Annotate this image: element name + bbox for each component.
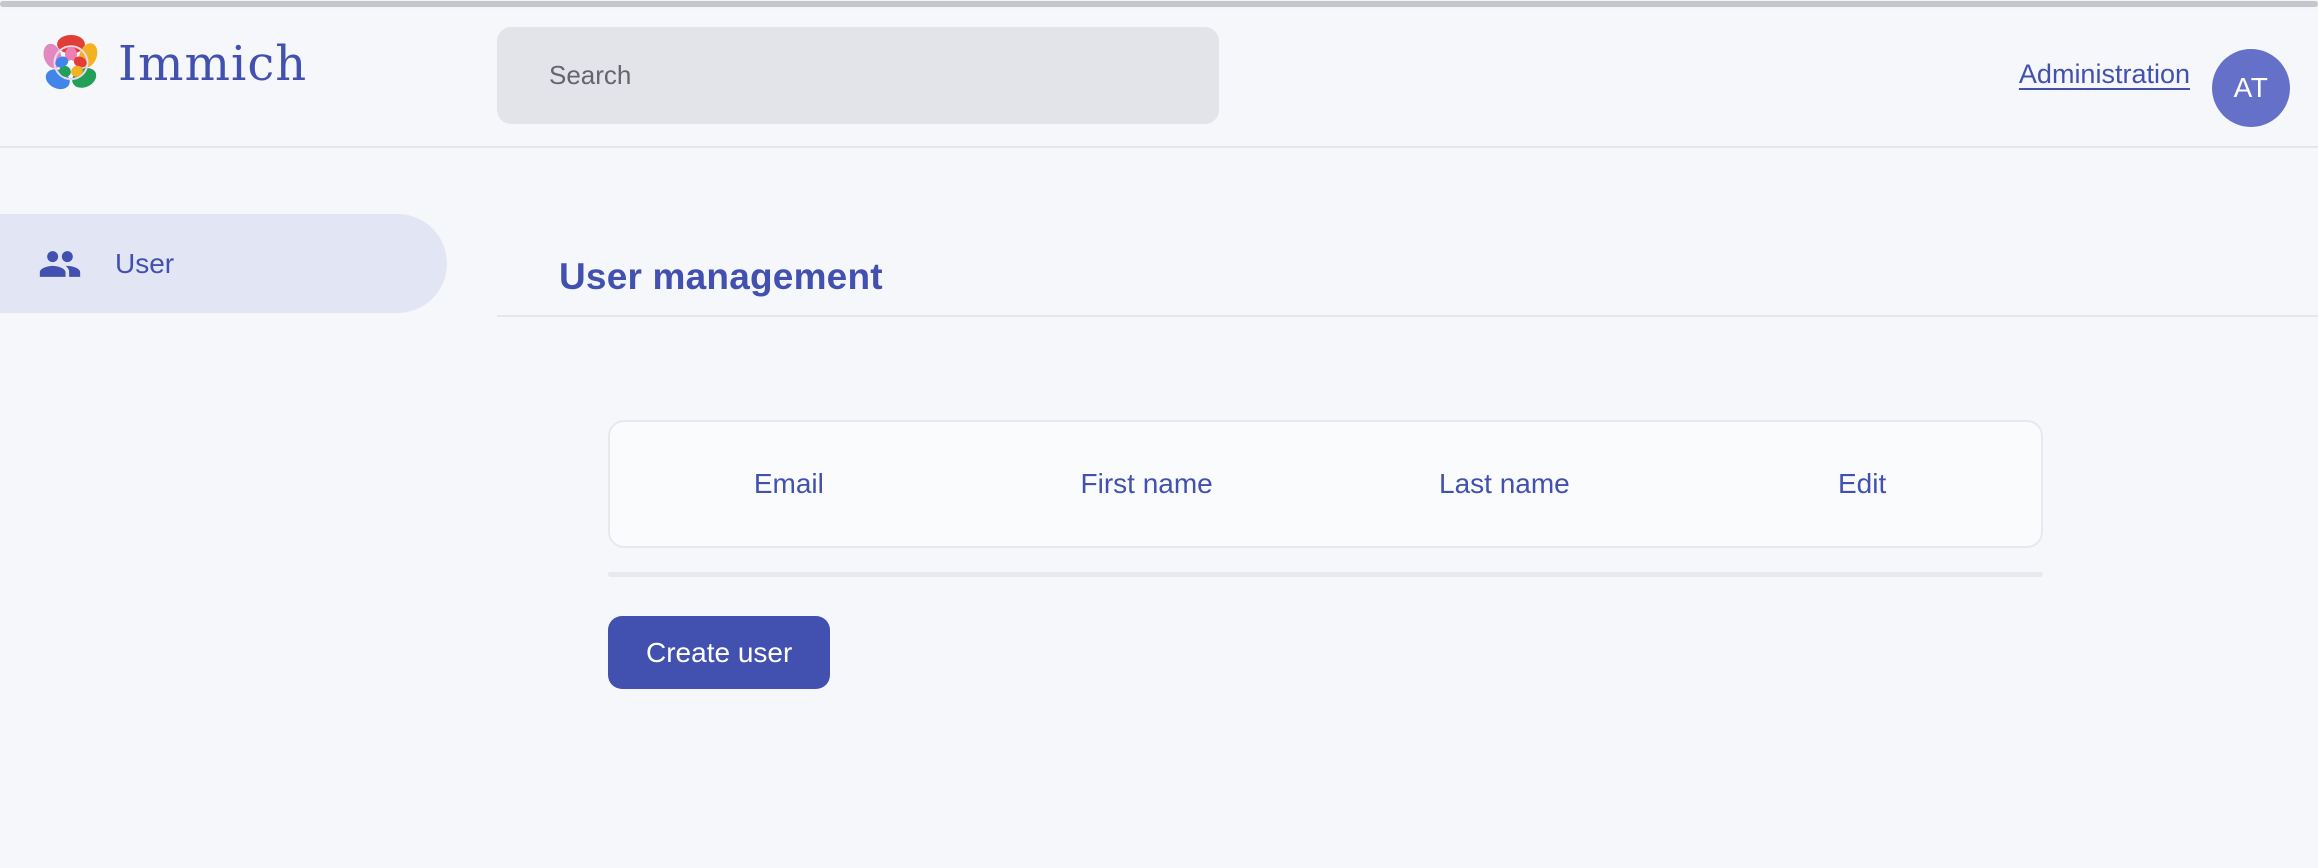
horizontal-scrollbar-thumb[interactable] bbox=[0, 1, 2318, 7]
users-group-icon bbox=[38, 242, 82, 286]
table-header-last-name[interactable]: Last name bbox=[1326, 468, 1684, 500]
search-input[interactable] bbox=[497, 27, 1219, 124]
user-table: Email First name Last name Edit bbox=[608, 420, 2043, 548]
sidebar-item-user[interactable]: User bbox=[0, 214, 447, 313]
create-user-button[interactable]: Create user bbox=[608, 616, 830, 689]
brand-name-label: Immich bbox=[118, 40, 307, 88]
page-title: User management bbox=[559, 256, 883, 298]
table-bottom-divider bbox=[608, 572, 2043, 577]
admin-sidebar: User bbox=[0, 148, 447, 868]
table-header-edit[interactable]: Edit bbox=[1683, 468, 2041, 500]
app-header: Immich Administration AT bbox=[0, 9, 2318, 148]
table-header-first-name[interactable]: First name bbox=[968, 468, 1326, 500]
top-scrollbar-strip[interactable] bbox=[0, 0, 2318, 9]
main-content: User management USER LIST Email First na… bbox=[447, 148, 2318, 868]
sidebar-item-label: User bbox=[115, 248, 174, 280]
administration-link[interactable]: Administration bbox=[2019, 59, 2190, 90]
table-header-email[interactable]: Email bbox=[610, 468, 968, 500]
brand-logo-link[interactable]: Immich bbox=[38, 31, 307, 97]
users-group-icon-svg bbox=[38, 242, 82, 286]
user-avatar[interactable]: AT bbox=[2212, 49, 2290, 127]
avatar-initials: AT bbox=[2234, 72, 2269, 104]
immich-flower-logo-icon bbox=[38, 31, 104, 97]
title-divider bbox=[497, 315, 2318, 317]
